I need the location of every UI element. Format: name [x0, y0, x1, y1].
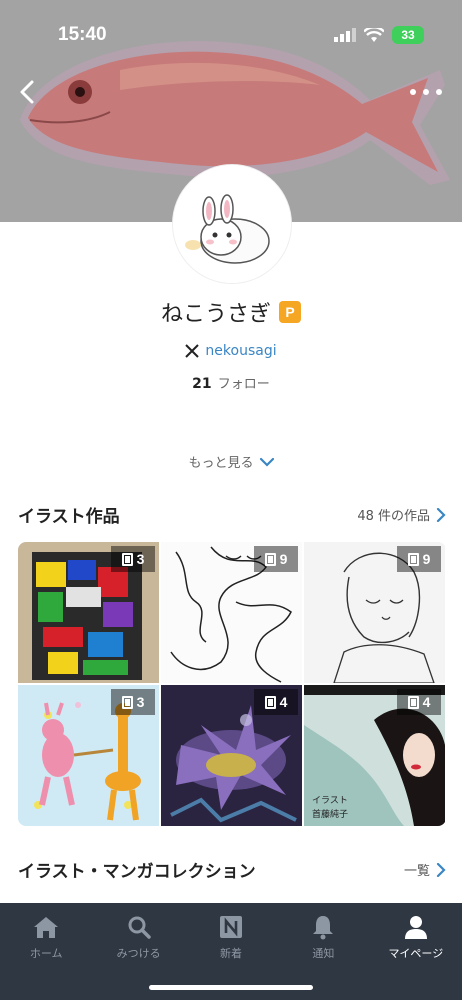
- more-dot-icon: [423, 89, 429, 95]
- nav-mypage[interactable]: マイページ: [370, 903, 462, 1000]
- chevron-right-icon: [436, 862, 446, 877]
- x-account-link[interactable]: nekousagi: [0, 343, 462, 359]
- follow-number: 21: [192, 376, 212, 392]
- x-logo-icon: [185, 344, 200, 358]
- illust-tile[interactable]: イラスト 首藤純子 4: [304, 685, 445, 826]
- illust-tile[interactable]: 9: [161, 542, 302, 683]
- work-count-badge: 4: [397, 689, 441, 715]
- show-more-label: もっと見る: [188, 456, 254, 471]
- book-icon: [121, 695, 133, 709]
- collection-section-header: イラスト・マンガコレクション 一覧: [18, 857, 446, 882]
- nav-mypage-label: マイページ: [388, 947, 444, 960]
- work-count: 9: [279, 551, 288, 567]
- chevron-left-icon: [20, 80, 34, 104]
- book-icon: [264, 552, 276, 566]
- nav-home-label: ホーム: [29, 947, 63, 960]
- book-icon: [407, 695, 419, 709]
- rabbit-avatar-illustration: [173, 165, 291, 283]
- book-icon: [121, 552, 133, 566]
- search-icon: [125, 913, 153, 941]
- wifi-icon: [364, 27, 384, 42]
- illust-tile[interactable]: 9: [304, 542, 445, 683]
- work-count-badge: 9: [254, 546, 298, 572]
- avatar[interactable]: [173, 165, 291, 283]
- battery-indicator: 33: [392, 26, 424, 44]
- chevron-down-icon: [259, 457, 274, 467]
- work-count-badge: 9: [397, 546, 441, 572]
- follow-count[interactable]: 21 フォロー: [0, 373, 462, 392]
- collection-section-title: イラスト・マンガコレクション: [18, 862, 256, 882]
- illust-tile[interactable]: 3: [18, 685, 159, 826]
- nav-discover-label: みつける: [116, 947, 161, 960]
- nav-home[interactable]: ホーム: [0, 903, 92, 1000]
- status-time: 15:40: [58, 24, 107, 45]
- home-indicator: [149, 985, 313, 990]
- person-icon: [402, 913, 430, 941]
- collection-list-link[interactable]: 一覧: [404, 860, 446, 879]
- work-count: 4: [422, 694, 431, 710]
- nav-notifications-label: 通知: [312, 947, 335, 960]
- work-count-badge: 4: [254, 689, 298, 715]
- book-icon: [264, 695, 276, 709]
- follow-label: フォロー: [217, 377, 270, 392]
- home-icon: [32, 913, 60, 941]
- profile-name: ねこうさぎ: [160, 302, 271, 327]
- n-icon: [217, 913, 245, 941]
- tile-caption-1: イラスト: [312, 795, 348, 806]
- more-options-button[interactable]: [410, 84, 442, 100]
- more-dot-icon: [410, 89, 416, 95]
- x-handle: nekousagi: [205, 343, 277, 359]
- illust-grid: 3 9 9 3 4 イラスト 首藤純子 4: [18, 542, 446, 826]
- illust-works-link[interactable]: 48 件の作品: [357, 505, 446, 524]
- status-bar: 15:40 33: [0, 0, 462, 70]
- illust-works-count: 48 件の作品: [357, 509, 430, 524]
- illust-section-title: イラスト作品: [18, 507, 120, 527]
- status-icons: 33: [334, 26, 424, 44]
- work-count: 3: [136, 551, 145, 567]
- nav-new-label: 新着: [220, 947, 243, 960]
- work-count: 9: [422, 551, 431, 567]
- illust-tile[interactable]: 3: [18, 542, 159, 683]
- work-count-badge: 3: [111, 546, 155, 572]
- illust-section-header: イラスト作品 48 件の作品: [18, 502, 446, 527]
- book-icon: [407, 552, 419, 566]
- signal-icon: [334, 28, 356, 42]
- illust-tile[interactable]: 4: [161, 685, 302, 826]
- premium-badge: P: [279, 301, 301, 323]
- collection-list-label: 一覧: [403, 864, 430, 879]
- bell-icon: [309, 913, 337, 941]
- more-dot-icon: [436, 89, 442, 95]
- back-button[interactable]: [14, 78, 42, 106]
- chevron-right-icon: [436, 507, 446, 522]
- work-count-badge: 3: [111, 689, 155, 715]
- work-count: 4: [279, 694, 288, 710]
- tile-caption-2: 首藤純子: [312, 808, 348, 820]
- show-more-button[interactable]: もっと見る: [0, 452, 462, 471]
- profile-name-row: ねこうさぎ P: [0, 296, 462, 328]
- work-count: 3: [136, 694, 145, 710]
